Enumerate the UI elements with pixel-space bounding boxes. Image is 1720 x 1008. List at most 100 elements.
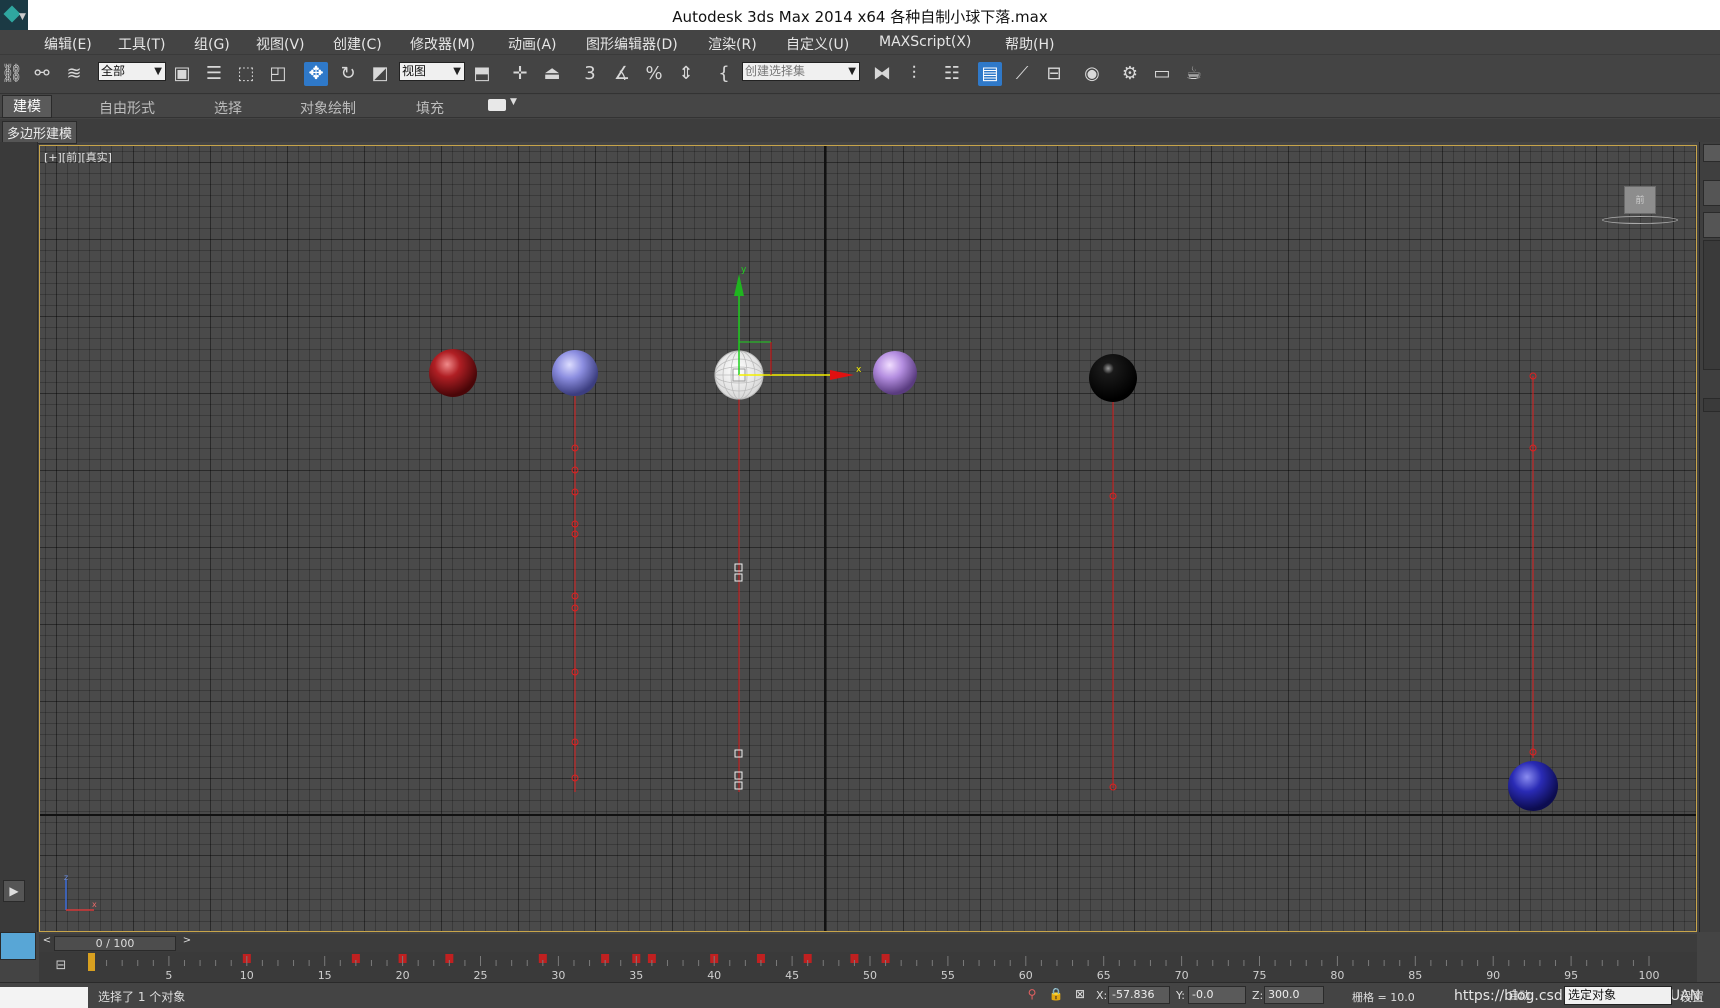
trajectory-ball-3[interactable] [734, 368, 743, 792]
percent-snap-icon[interactable]: % [642, 62, 666, 86]
ribbon-options-icon[interactable] [488, 99, 506, 111]
select-by-name-icon[interactable]: ☰ [202, 62, 226, 86]
timeline-ruler[interactable]: 5 10 15 20 25 30 35 40 45 50 55 60 65 70 75 80 85 90 95 100 [39, 952, 1697, 982]
y-coord-label: Y: [1176, 989, 1185, 1002]
time-slider-track[interactable] [39, 934, 1697, 952]
angle-snap-icon[interactable]: ∡ [610, 62, 634, 86]
modifier-stack[interactable] [1703, 240, 1720, 370]
viewport-layout-tab[interactable] [0, 932, 36, 960]
menu-help[interactable]: 帮助(H) [1005, 34, 1054, 54]
x-coord-field[interactable]: -57.836 [1108, 986, 1170, 1004]
periwinkle-sphere[interactable] [552, 350, 598, 396]
menu-edit[interactable]: 编辑(E) [44, 34, 92, 54]
viewcube-compass-ring[interactable] [1602, 216, 1678, 224]
trajectory-ball-2[interactable] [571, 368, 579, 792]
snaps-toggle-icon[interactable]: 3 [578, 62, 602, 86]
material-editor-icon[interactable]: ◉ [1080, 62, 1104, 86]
set-key-button[interactable]: 设置 [1680, 988, 1704, 1005]
menu-modifiers[interactable]: 修改器(M) [410, 34, 475, 54]
timeline-tick-label: 70 [1175, 969, 1189, 982]
selection-set-dropdown[interactable]: 选定对象 [1564, 986, 1672, 1005]
render-production-icon[interactable]: ☕ [1182, 62, 1206, 86]
layer-explorer-icon[interactable]: ☷ [940, 62, 964, 86]
expand-arrow-icon[interactable]: ▶ [3, 880, 25, 902]
menu-create[interactable]: 创建(C) [333, 34, 382, 54]
isolate-icon[interactable]: ⚲ [1024, 987, 1040, 1005]
named-selection-dropdown[interactable]: 创建选择集 ▼ [742, 62, 860, 81]
chevron-down-icon: ▼ [453, 66, 461, 77]
menu-rendering[interactable]: 渲染(R) [708, 34, 757, 54]
link-icon[interactable]: ⛓ [0, 62, 24, 86]
select-and-rotate-icon[interactable]: ↻ [336, 62, 360, 86]
maxscript-listener-mini[interactable] [0, 987, 88, 1008]
blue-sphere[interactable] [1508, 761, 1558, 811]
select-and-move-icon[interactable]: ✥ [304, 62, 328, 86]
timeline-tick-label: 5 [165, 969, 172, 982]
unlink-icon[interactable]: ⚯ [30, 62, 54, 86]
select-and-manipulate-icon[interactable]: ✛ [508, 62, 532, 86]
select-and-scale-icon[interactable]: ◩ [368, 62, 392, 86]
pivot-center-icon[interactable]: ⬒ [470, 62, 494, 86]
selection-filter-dropdown[interactable]: 全部 ▼ [98, 62, 166, 81]
toggle-ribbon-icon[interactable]: ▤ [978, 62, 1002, 86]
main-toolbar: ⛓ ⚯ ≋ 全部 ▼ ▣ ☰ ⬚ ◰ ✥ ↻ ◩ 视图 ▼ ⬒ ✛ ⏏ 3 ∡ % … [0, 56, 1720, 94]
tab-selection[interactable]: 选择 [214, 98, 242, 118]
menu-tools[interactable]: 工具(T) [118, 34, 165, 54]
tab-populate[interactable]: 填充 [416, 98, 444, 118]
select-object-icon[interactable]: ▣ [170, 62, 194, 86]
modifier-list-field[interactable] [1703, 212, 1720, 238]
timeline-tick-label: 60 [1019, 969, 1033, 982]
object-name-field[interactable] [1703, 180, 1720, 206]
menu-group[interactable]: 组(G) [194, 34, 230, 54]
align-icon[interactable]: ⫶ [902, 62, 926, 86]
tab-object-paint[interactable]: 对象绘制 [300, 98, 356, 118]
rectangle-selection-icon[interactable]: ⬚ [234, 62, 258, 86]
time-slider-thumb[interactable]: 0 / 100 [54, 936, 176, 951]
trajectory-ball-5[interactable] [1109, 376, 1117, 791]
chevron-down-icon[interactable]: ▼ [510, 97, 517, 107]
spinner-snap-icon[interactable]: ⇕ [674, 62, 698, 86]
menu-customize[interactable]: 自定义(U) [786, 34, 849, 54]
absolute-mode-icon[interactable]: ⊠ [1072, 987, 1088, 1005]
black-sphere[interactable] [1089, 354, 1137, 402]
menu-graph-editors[interactable]: 图形编辑器(D) [586, 34, 678, 54]
schematic-view-icon[interactable]: ⊟ [1042, 62, 1066, 86]
trajectory-ball-6[interactable] [1529, 372, 1537, 758]
red-sphere[interactable] [429, 349, 477, 397]
edit-named-selection-icon[interactable]: { [712, 62, 736, 86]
window-crossing-icon[interactable]: ◰ [266, 62, 290, 86]
next-frame-icon[interactable]: > [181, 935, 193, 950]
timeline-track[interactable]: ⊟ 5 10 15 20 25 30 35 40 45 50 55 60 65 70 75 80 85 90 95 1… [39, 952, 1697, 982]
viewcube[interactable]: 前 [1624, 186, 1656, 214]
sun-icon[interactable] [1703, 144, 1720, 162]
title-bar: ▼ Autodesk 3ds Max 2014 x64 各种自制小球下落.max [0, 0, 1720, 30]
ribbon-tabs: 建模 自由形式 选择 对象绘制 填充 ▼ [0, 95, 1720, 118]
polygon-modeling-panel[interactable]: 多边形建模 [2, 121, 78, 144]
rollout-collapse[interactable] [1703, 398, 1720, 412]
y-coord-field[interactable]: -0.0 [1188, 986, 1246, 1004]
ribbon-panel-bar: 多边形建模 [0, 119, 1720, 144]
keyboard-shortcut-override-icon[interactable]: ⏏ [540, 62, 564, 86]
menu-animation[interactable]: 动画(A) [508, 34, 557, 54]
previous-frame-icon[interactable]: < [41, 935, 53, 950]
timeline-tick-label: 50 [863, 969, 877, 982]
lavender-sphere[interactable] [873, 351, 917, 395]
bind-space-warp-icon[interactable]: ≋ [62, 62, 86, 86]
front-viewport[interactable]: [+][前][真实] y x 前 z x [39, 145, 1697, 932]
lock-icon[interactable]: 🔒 [1048, 987, 1064, 1005]
menu-maxscript[interactable]: MAXScript(X) [879, 34, 971, 50]
rendered-frame-window-icon[interactable]: ▭ [1150, 62, 1174, 86]
curve-editor-icon[interactable]: ⟋ [1010, 62, 1034, 86]
tab-freeform[interactable]: 自由形式 [99, 98, 155, 118]
chevron-down-icon: ▼ [848, 66, 856, 77]
menu-views[interactable]: 视图(V) [256, 34, 305, 54]
tab-modeling[interactable]: 建模 [2, 95, 52, 118]
z-coord-field[interactable]: 300.0 [1264, 986, 1324, 1004]
reference-coord-dropdown[interactable]: 视图 ▼ [399, 62, 465, 81]
mirror-icon[interactable]: ⧓ [870, 62, 894, 86]
timeline-tick-label: 35 [629, 969, 643, 982]
current-frame-marker[interactable] [88, 953, 95, 971]
scene-objects[interactable]: y x [40, 146, 1697, 932]
render-setup-icon[interactable]: ⚙ [1118, 62, 1142, 86]
grid-spacing-label: 栅格 = 10.0 [1352, 991, 1415, 1004]
